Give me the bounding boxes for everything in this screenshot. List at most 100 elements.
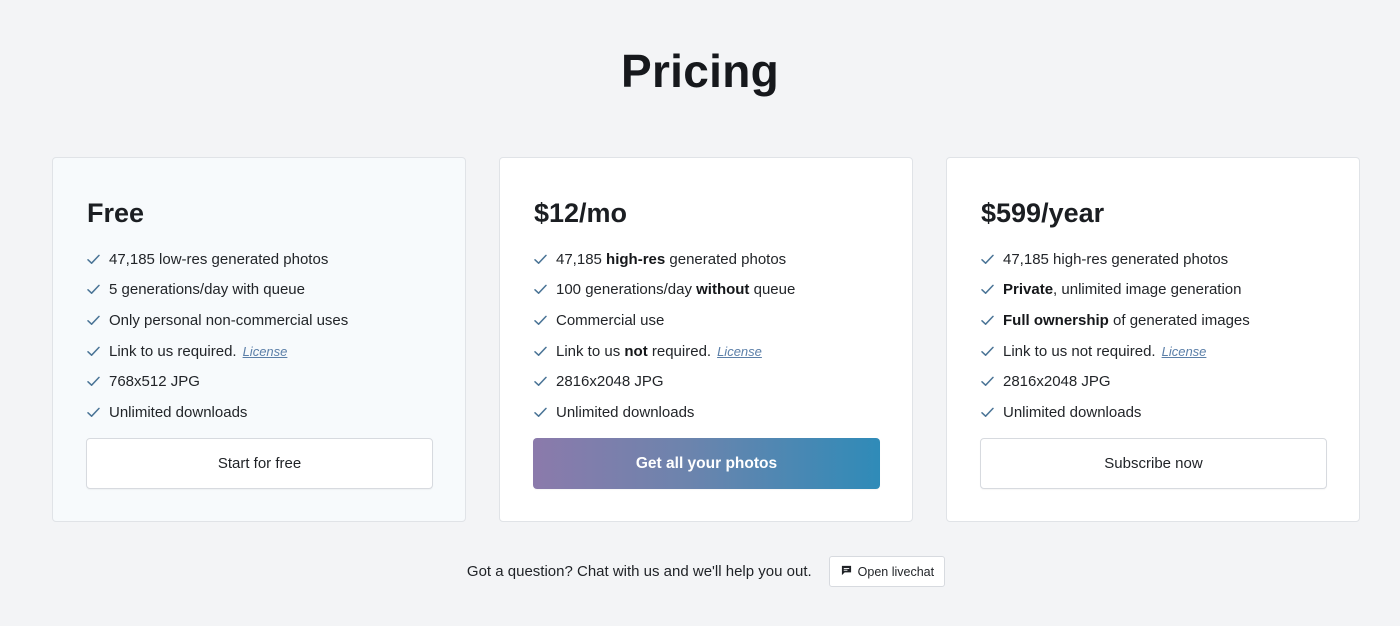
feature-item: 5 generations/day with queue <box>87 275 432 306</box>
feature-text: 47,185 low-res generated photos <box>109 251 328 268</box>
feature-text: 5 generations/day with queue <box>109 281 305 298</box>
pricing-cards: Free 47,185 low-res generated photos 5 ge… <box>52 157 1360 522</box>
feature-text-part: Unlimited downloads <box>1003 403 1142 421</box>
feature-item: Private, unlimited image generation <box>981 275 1326 306</box>
feature-text-part: Unlimited downloads <box>556 403 695 421</box>
check-icon <box>534 346 556 357</box>
plan-card-free: Free 47,185 low-res generated photos 5 ge… <box>52 157 466 522</box>
feature-text: Full ownership of generated images <box>1003 312 1250 329</box>
feature-text-part: of generated images <box>1108 311 1250 329</box>
feature-text-part: Link to us <box>556 342 625 360</box>
feature-text: 2816x2048 JPG <box>1003 373 1111 390</box>
feature-text-part: 2816x2048 JPG <box>556 373 664 391</box>
feature-text: Link to us not required. <box>556 343 711 360</box>
get-all-photos-button[interactable]: Get all your photos <box>533 438 880 489</box>
check-icon <box>981 284 1003 295</box>
help-text: Got a question? Chat with us and we'll h… <box>466 563 812 580</box>
feature-item: Unlimited downloads <box>981 397 1326 428</box>
feature-item: 47,185 low-res generated photos <box>87 244 432 275</box>
feature-emphasis: Full ownership <box>1003 311 1109 329</box>
feature-text-part: Only personal non-commercial uses <box>109 311 349 329</box>
check-icon <box>534 376 556 387</box>
feature-text-part: 47,185 <box>556 250 607 268</box>
check-icon <box>534 284 556 295</box>
feature-text-part: Unlimited downloads <box>109 403 248 421</box>
feature-emphasis: without <box>696 281 750 299</box>
pricing-page: Pricing Free 47,185 low-res generated ph… <box>0 0 1400 626</box>
feature-list: 47,185 high-res generated photos Private,… <box>981 244 1326 428</box>
feature-list: 47,185 low-res generated photos 5 generat… <box>87 244 432 428</box>
feature-item: 47,185 high-res generated photos <box>534 244 879 275</box>
feature-text-part: Link to us not required. <box>1003 342 1156 360</box>
feature-text-part: generated photos <box>665 250 787 268</box>
feature-text: Unlimited downloads <box>1003 404 1141 421</box>
plan-price: $599/year <box>981 198 1105 228</box>
check-icon <box>87 346 109 357</box>
license-link[interactable]: License <box>717 344 762 359</box>
feature-item: Unlimited downloads <box>87 397 432 428</box>
feature-text-part: required. <box>647 342 712 360</box>
check-icon <box>534 254 556 265</box>
check-icon <box>534 407 556 418</box>
feature-text-part: queue <box>749 281 796 299</box>
feature-item: Full ownership of generated images <box>981 305 1326 336</box>
page-title: Pricing <box>620 45 780 97</box>
plan-card-yearly: $599/year 47,185 high-res generated phot… <box>946 157 1360 522</box>
check-icon <box>87 376 109 387</box>
check-icon <box>981 376 1003 387</box>
feature-text: Unlimited downloads <box>556 404 694 421</box>
plan-price: $12/mo <box>534 198 628 228</box>
feature-text: Private, unlimited image generation <box>1003 281 1242 298</box>
feature-item: Only personal non-commercial uses <box>87 305 432 336</box>
subscribe-now-button[interactable]: Subscribe now <box>980 438 1327 489</box>
feature-item: 2816x2048 JPG <box>981 366 1326 397</box>
feature-text-part: Link to us required. <box>109 342 237 360</box>
feature-text: Unlimited downloads <box>109 404 247 421</box>
feature-item: 768x512 JPG <box>87 366 432 397</box>
check-icon <box>87 407 109 418</box>
feature-item: Link to us not required. License <box>534 336 879 367</box>
feature-item: Link to us not required. License <box>981 336 1326 367</box>
feature-text-part: 100 generations/day <box>556 281 697 299</box>
feature-text: Link to us not required. <box>1003 343 1156 360</box>
plan-price: Free <box>87 198 145 228</box>
feature-text-part: 47,185 low-res generated photos <box>109 250 329 268</box>
feature-text: Commercial use <box>556 312 664 329</box>
license-link[interactable]: License <box>243 344 288 359</box>
feature-item: Unlimited downloads <box>534 397 879 428</box>
open-livechat-button[interactable]: Open livechat <box>828 556 946 587</box>
start-for-free-button[interactable]: Start for free <box>86 438 433 489</box>
feature-text: 768x512 JPG <box>109 373 200 390</box>
feature-emphasis: Private <box>1003 281 1054 299</box>
feature-item: Commercial use <box>534 305 879 336</box>
feature-item: 100 generations/day without queue <box>534 275 879 306</box>
feature-text: Link to us required. <box>109 343 237 360</box>
feature-emphasis: not <box>624 342 648 360</box>
feature-text: 47,185 high-res generated photos <box>556 251 786 268</box>
check-icon <box>981 346 1003 357</box>
check-icon <box>981 315 1003 326</box>
feature-text-part: Commercial use <box>556 311 665 329</box>
feature-text-part: 2816x2048 JPG <box>1003 373 1111 391</box>
feature-text: Only personal non-commercial uses <box>109 312 348 329</box>
check-icon <box>87 254 109 265</box>
help-footer: Got a question? Chat with us and we'll h… <box>0 556 1400 587</box>
feature-text-part: 768x512 JPG <box>109 373 200 391</box>
check-icon <box>981 407 1003 418</box>
feature-text: 2816x2048 JPG <box>556 373 664 390</box>
open-livechat-label: Open livechat <box>857 564 935 579</box>
feature-item: 47,185 high-res generated photos <box>981 244 1326 275</box>
chat-bubble-icon <box>841 565 852 579</box>
check-icon <box>534 315 556 326</box>
check-icon <box>981 254 1003 265</box>
feature-text-part: 5 generations/day with queue <box>109 281 305 299</box>
feature-text-part: 47,185 high-res generated photos <box>1003 250 1229 268</box>
feature-text: 100 generations/day without queue <box>556 281 795 298</box>
license-link[interactable]: License <box>1162 344 1207 359</box>
plan-card-monthly: $12/mo 47,185 high-res generated photos 1… <box>499 157 913 522</box>
check-icon <box>87 284 109 295</box>
feature-text-part: , unlimited image generation <box>1053 281 1242 299</box>
feature-text: 47,185 high-res generated photos <box>1003 251 1228 268</box>
check-icon <box>87 315 109 326</box>
feature-item: 2816x2048 JPG <box>534 366 879 397</box>
